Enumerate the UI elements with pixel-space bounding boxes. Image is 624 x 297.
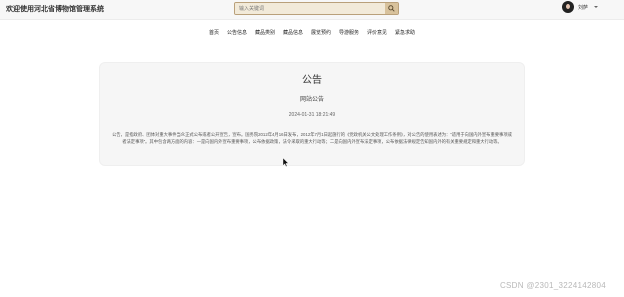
nav-item-collection-categories[interactable]: 藏品类别	[255, 29, 275, 36]
search-button[interactable]	[385, 3, 398, 14]
avatar[interactable]	[562, 1, 574, 13]
top-bar: 欢迎使用河北省博物馆管理系统 刘萨	[0, 0, 624, 20]
main-nav: 首页 公告信息 藏品类别 藏品信息 展览预约 导游服务 评价意见 紧急求助	[0, 29, 624, 36]
nav-item-guide-service[interactable]: 导游服务	[339, 29, 359, 36]
nav-item-home[interactable]: 首页	[209, 29, 219, 36]
search-input[interactable]	[235, 3, 385, 14]
nav-item-notices[interactable]: 公告信息	[227, 29, 247, 36]
nav-item-feedback[interactable]: 评价意见	[367, 29, 387, 36]
watermark: CSDN @2301_3224142804	[499, 281, 606, 290]
nav-item-collection-info[interactable]: 藏品信息	[283, 29, 303, 36]
chevron-down-icon[interactable]	[594, 6, 599, 8]
username: 刘萨	[578, 4, 589, 11]
notice-title: 网站公告	[299, 97, 324, 103]
nav-item-exhibition-booking[interactable]: 展览预约	[311, 29, 331, 36]
search-box	[234, 2, 399, 15]
nav-item-emergency-help[interactable]: 紧急求助	[395, 29, 415, 36]
user-menu[interactable]: 刘萨	[562, 1, 599, 13]
search-icon	[388, 5, 395, 12]
page-title: 公告	[302, 75, 322, 86]
site-title: 欢迎使用河北省博物馆管理系统	[6, 6, 104, 13]
mouse-cursor-icon	[283, 158, 289, 167]
notice-timestamp: 2024-01-31 18:21:49	[288, 112, 336, 118]
notice-body: 公告，是指政府、团体对重大事件当众正式公布或者公开宣告，宣布。国务院2012年4…	[112, 132, 512, 144]
notice-card: 公告 网站公告 2024-01-31 18:21:49 公告，是指政府、团体对重…	[99, 62, 525, 166]
